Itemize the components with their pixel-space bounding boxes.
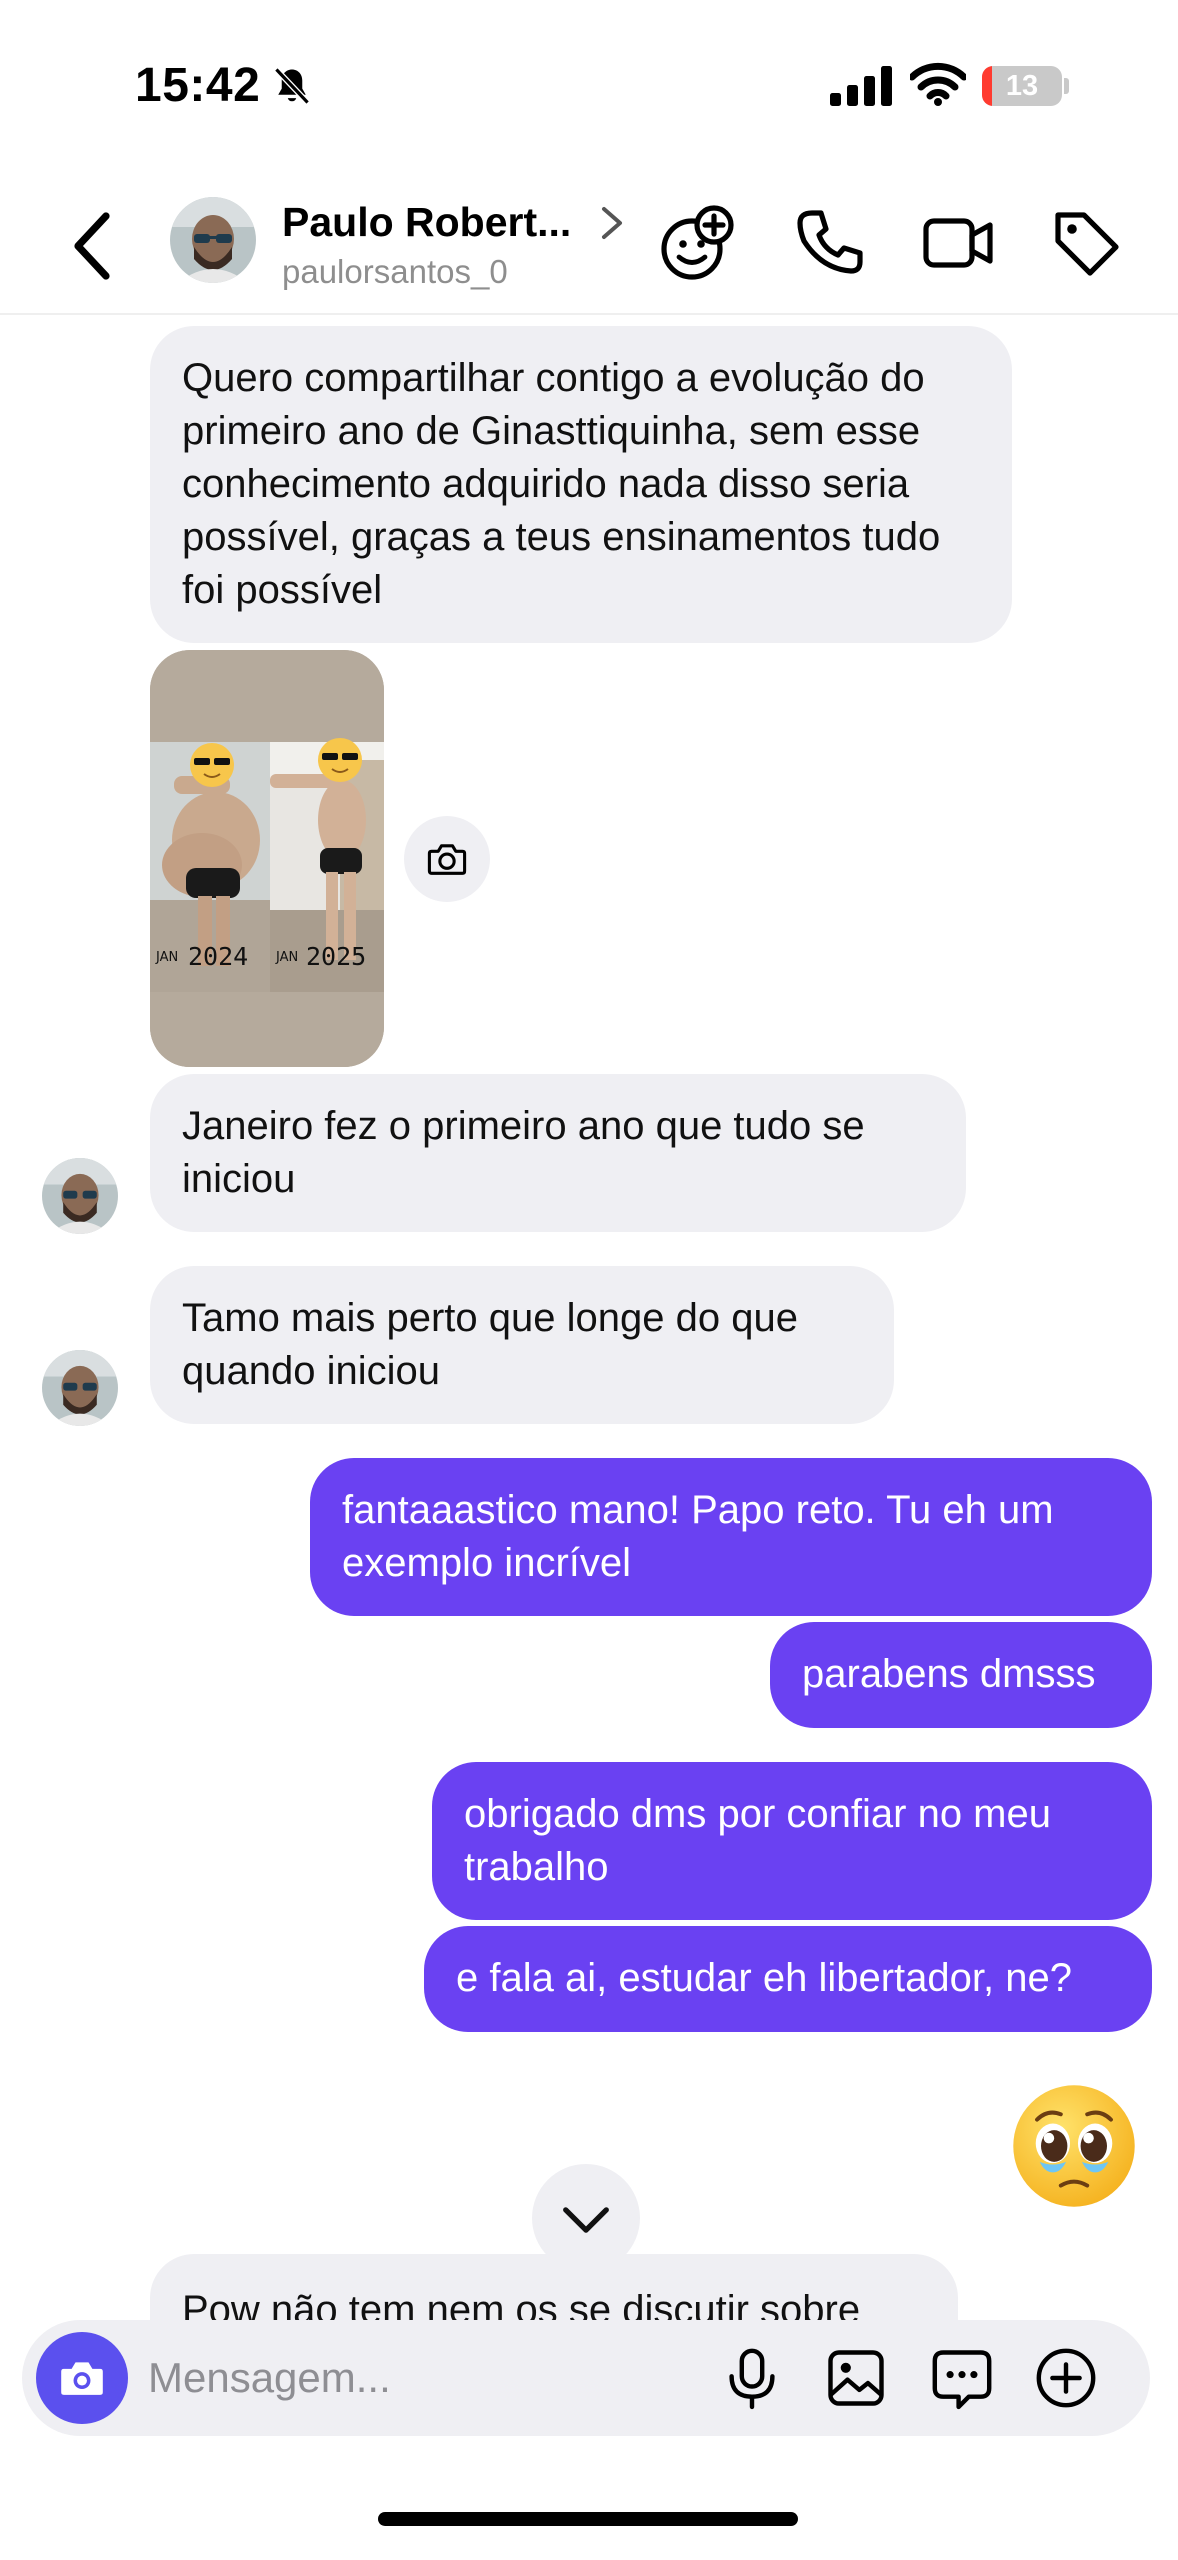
photo-camera-button[interactable] [404,816,490,902]
wifi-icon [910,62,966,106]
status-bar: 15:42 13 [0,0,1178,170]
chat-header: Paulo Robert... paulorsantos_0 [0,175,1178,315]
message-composer [22,2320,1150,2436]
sticker-add-icon[interactable] [656,203,736,283]
phone-icon[interactable] [790,203,870,283]
message-incoming[interactable]: Tamo mais perto que longe do que quando … [150,1266,894,1424]
tag-icon[interactable] [1046,203,1126,283]
message-incoming[interactable]: Janeiro fez o primeiro ano que tudo se i… [150,1074,966,1232]
message-outgoing[interactable]: obrigado dms por confiar no meu trabalho [432,1762,1152,1920]
message-incoming[interactable]: Quero compartilhar contigo a evolução do… [150,326,1012,643]
back-icon[interactable] [62,208,126,284]
message-incoming[interactable]: Pow não tem nem os se discutir sobre [150,2254,958,2320]
chevron-down-icon [563,2207,609,2233]
message-outgoing[interactable]: fantaaastico mano! Papo reto. Tu eh um e… [310,1458,1152,1616]
shared-photo[interactable]: JAN 2024 JAN 2025 [150,650,384,1067]
scroll-to-bottom-button[interactable] [532,2164,640,2272]
photo-caption-month: JAN [276,950,299,965]
camera-button[interactable] [36,2332,128,2424]
home-indicator[interactable] [378,2512,798,2526]
contact-username: paulorsantos_0 [282,253,508,290]
bell-slash-icon [274,67,310,105]
plus-circle-icon[interactable] [1032,2344,1100,2412]
microphone-icon[interactable] [718,2344,786,2412]
gallery-icon[interactable] [822,2344,890,2412]
contact-avatar[interactable] [170,197,256,283]
message-input[interactable] [148,2348,708,2408]
photo-caption-year: 2024 [188,942,249,971]
sticker-chat-icon[interactable] [928,2344,996,2412]
contact-name[interactable]: Paulo Robert... [282,199,571,246]
cellular-signal-icon [830,66,892,106]
battery-icon: 13 [982,66,1062,106]
camera-icon [427,844,467,875]
pleading-face-emoji[interactable] [1008,2080,1140,2212]
message-outgoing[interactable]: parabens dmsss [770,1622,1152,1728]
battery-percentage: 13 [1005,70,1039,102]
photo-caption-month: JAN [156,950,179,965]
contact-avatar-small[interactable] [42,1158,118,1234]
camera-icon [61,2362,103,2395]
video-icon[interactable] [918,203,998,283]
battery-cap [1064,78,1069,94]
chevron-right-icon[interactable] [598,203,626,243]
message-outgoing[interactable]: e fala ai, estudar eh libertador, ne? [424,1926,1152,2032]
photo-caption-year: 2025 [306,942,367,971]
status-time: 15:42 [135,59,261,112]
contact-avatar-small[interactable] [42,1350,118,1426]
